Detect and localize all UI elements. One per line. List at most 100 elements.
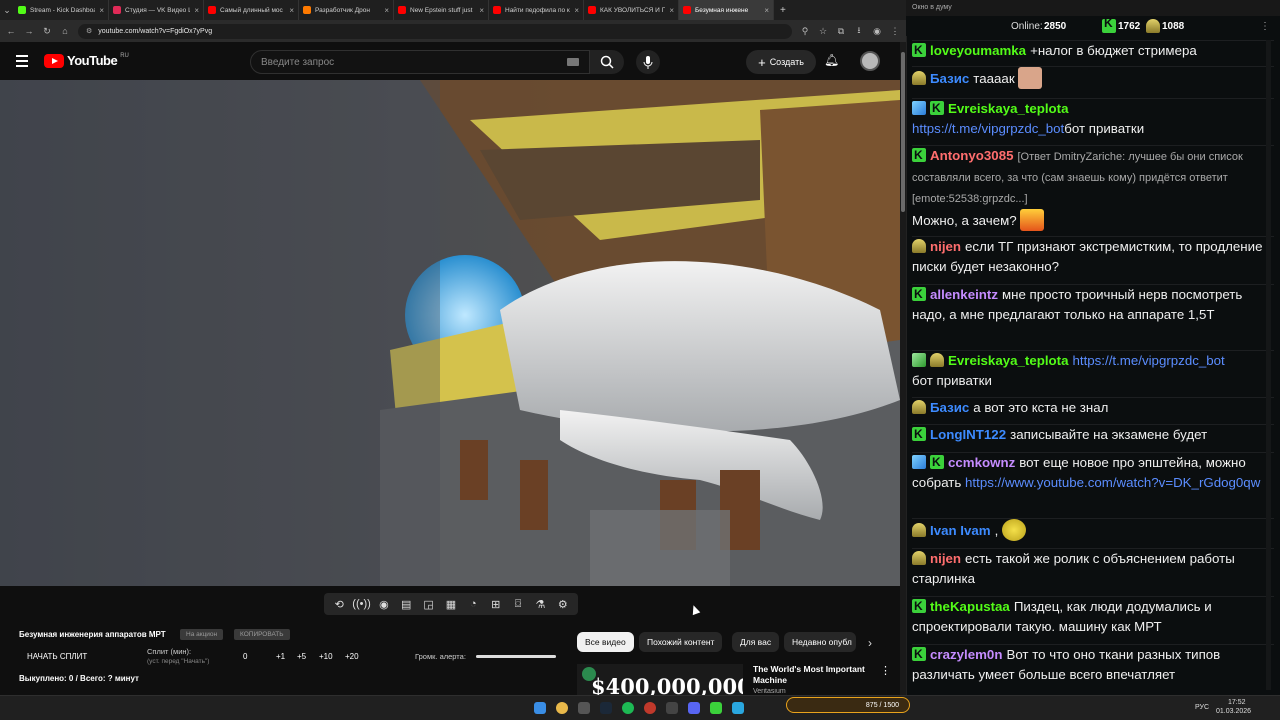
chat-username[interactable]: Базис: [930, 71, 969, 86]
chat-username[interactable]: Evreiskaya_teplota: [948, 353, 1068, 368]
tab-close-icon[interactable]: ×: [669, 6, 674, 15]
home-icon[interactable]: ⌂: [60, 26, 70, 36]
recommended-channel[interactable]: Veritasium: [753, 688, 786, 695]
forward-icon[interactable]: →: [24, 26, 34, 36]
chip-similar[interactable]: Похожий контент: [639, 632, 723, 652]
browser-tab[interactable]: Самый длинный мос ×: [204, 0, 299, 20]
bookmark-star-icon[interactable]: ☆: [818, 26, 828, 37]
broadcast-icon[interactable]: ((•)): [352, 596, 371, 612]
picture-in-picture-icon[interactable]: ◲: [421, 596, 437, 612]
create-button[interactable]: + Создать: [746, 50, 816, 74]
browser-tab[interactable]: Студия — VK Видео L ×: [109, 0, 204, 20]
reload-icon[interactable]: ↻: [42, 26, 52, 37]
more-options-icon[interactable]: ⋮: [880, 664, 891, 677]
chat-username[interactable]: Evreiskaya_teplota: [948, 101, 1068, 116]
recommended-thumbnail[interactable]: $400,000,000: [577, 664, 743, 695]
clock-time[interactable]: 17:52: [1228, 699, 1246, 706]
clapper-icon[interactable]: ▦: [443, 596, 459, 612]
recorder-taskbar-icon[interactable]: [644, 702, 656, 714]
chat-username[interactable]: Ivan Ivam: [930, 523, 991, 538]
keyboard-icon[interactable]: [567, 58, 579, 66]
chat-username[interactable]: nijen: [930, 551, 961, 566]
tab-close-icon[interactable]: ×: [479, 6, 484, 15]
voice-search-button[interactable]: [636, 50, 660, 74]
back-icon[interactable]: ←: [6, 26, 16, 36]
chat-settings-icon[interactable]: ⋮: [1260, 21, 1270, 32]
settings-gear-icon[interactable]: ⚙: [555, 596, 571, 612]
chip-for-you[interactable]: Для вас: [732, 632, 780, 652]
menu-hamburger-icon[interactable]: [16, 55, 28, 70]
tab-close-icon[interactable]: ×: [764, 6, 769, 15]
profile-icon[interactable]: ◉: [872, 26, 882, 37]
increment-1-button[interactable]: +1: [276, 652, 285, 661]
increment-5-button[interactable]: +5: [297, 652, 306, 661]
speed-gauge-icon[interactable]: ◔: [465, 596, 481, 612]
chat-username[interactable]: crazylem0n: [930, 647, 1002, 662]
chip-recent[interactable]: Недавно опубл: [784, 632, 856, 652]
notifications-bell-icon[interactable]: 🔔︎: [824, 53, 839, 67]
chat-username[interactable]: Antonyo3085: [930, 148, 1014, 163]
telegram-taskbar-icon[interactable]: [732, 702, 744, 714]
language-indicator[interactable]: РУС: [1195, 704, 1209, 711]
film-icon[interactable]: ▤: [398, 596, 414, 612]
increment-20-button[interactable]: +20: [345, 652, 359, 661]
url-field[interactable]: ⚙ youtube.com/watch?v=FgdiOx7yPvg: [78, 23, 792, 39]
kick-taskbar-icon[interactable]: [710, 702, 722, 714]
avatar[interactable]: [860, 51, 880, 71]
search-button[interactable]: [590, 50, 624, 74]
recommended-title[interactable]: The World's Most Important Machine: [753, 664, 871, 686]
extensions-icon[interactable]: ⧉: [836, 26, 846, 37]
explorer-taskbar-icon[interactable]: [578, 702, 590, 714]
video-player[interactable]: [0, 80, 900, 586]
chat-username[interactable]: nijen: [930, 239, 961, 254]
chat-username[interactable]: theKapustaa: [930, 599, 1010, 614]
chip-all-videos[interactable]: Все видео: [577, 632, 634, 652]
tab-close-icon[interactable]: ×: [99, 6, 104, 15]
chat-username[interactable]: LongINT122: [930, 427, 1006, 442]
chat-link[interactable]: https://www.youtube.com/watch?v=DK_rGdog…: [965, 475, 1260, 490]
browser-tab[interactable]: New Epstein stuff just ×: [394, 0, 489, 20]
eye-icon[interactable]: ◉: [376, 596, 392, 612]
split-minutes-input[interactable]: 0: [243, 652, 247, 661]
chat-link[interactable]: https://t.me/vipgrpzdc_bot: [912, 121, 1064, 136]
chat-link[interactable]: https://t.me/vipgrpzdc_bot: [1072, 353, 1224, 368]
spotify-taskbar-icon[interactable]: [622, 702, 634, 714]
loop-icon[interactable]: ⟲: [331, 596, 347, 612]
chevron-right-icon[interactable]: ›: [868, 636, 872, 650]
search-input[interactable]: Введите запрос: [250, 50, 590, 74]
browser-tab[interactable]: Найти педофила по к ×: [489, 0, 584, 20]
add-frame-icon[interactable]: ⊞: [488, 596, 504, 612]
browser-tab[interactable]: Stream - Kick Dashboard ×: [14, 0, 109, 20]
tab-close-icon[interactable]: ×: [194, 6, 199, 15]
youtube-logo[interactable]: YouTube RU: [44, 53, 129, 68]
tab-close-icon[interactable]: ×: [384, 6, 389, 15]
screenshot-camera-icon[interactable]: ⌼: [510, 596, 526, 612]
chrome-taskbar-icon[interactable]: [556, 702, 568, 714]
download-icon[interactable]: ⭳: [854, 23, 864, 39]
chat-username[interactable]: ccmkownz: [948, 455, 1015, 470]
flask-icon[interactable]: ⚗: [532, 596, 548, 612]
chat-username[interactable]: loveyoumamka: [930, 43, 1026, 58]
browser-tab[interactable]: Безумная инжене ×: [679, 0, 774, 20]
chat-username[interactable]: Базис: [930, 400, 969, 415]
tab-close-icon[interactable]: ×: [289, 6, 294, 15]
windows-start-icon[interactable]: [534, 702, 546, 714]
clock-date[interactable]: 01.03.2026: [1216, 708, 1251, 715]
increment-10-button[interactable]: +10: [319, 652, 333, 661]
media-taskbar-icon[interactable]: [688, 702, 700, 714]
steam-taskbar-icon[interactable]: [600, 702, 612, 714]
tab-search-icon[interactable]: ⌄: [2, 5, 12, 16]
tab-close-icon[interactable]: ×: [574, 6, 579, 15]
menu-dots-icon[interactable]: ⋮: [890, 26, 900, 37]
zoom-icon[interactable]: ⚲: [800, 26, 810, 37]
obs-taskbar-icon[interactable]: [666, 702, 678, 714]
alert-volume-slider[interactable]: [476, 655, 556, 658]
start-split-button[interactable]: НАЧАТЬ СПЛИТ: [27, 652, 87, 661]
new-tab-icon[interactable]: +: [780, 5, 786, 16]
browser-tab[interactable]: КАК УВОЛИТЬСЯ И ПО ×: [584, 0, 679, 20]
site-info-icon[interactable]: ⚙: [86, 27, 92, 35]
copy-button[interactable]: КОПИРОВАТЬ: [234, 629, 290, 640]
browser-tab[interactable]: Разработчик Дрон ×: [299, 0, 394, 20]
chat-scrollbar[interactable]: [1266, 40, 1271, 690]
chat-username[interactable]: allenkeintz: [930, 287, 998, 302]
